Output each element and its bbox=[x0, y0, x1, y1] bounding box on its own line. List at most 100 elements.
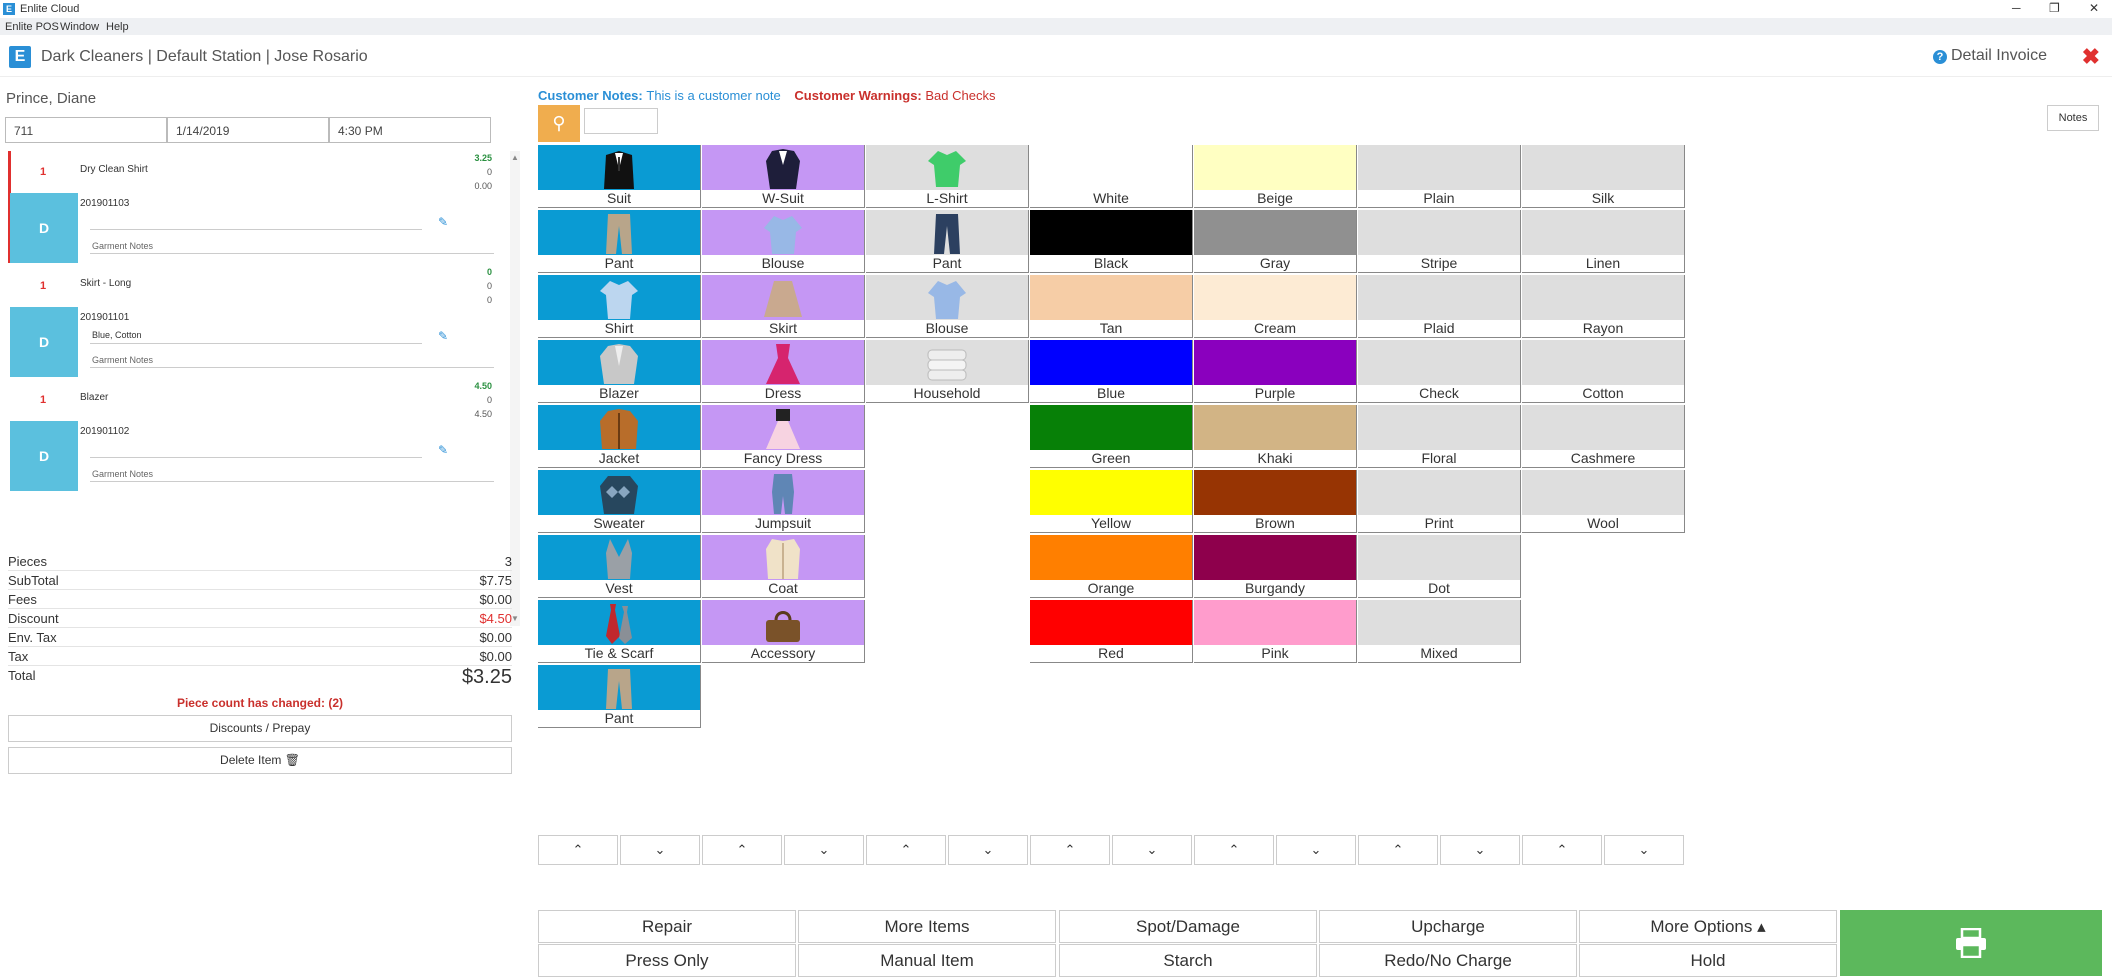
more-items-button[interactable]: More Items bbox=[798, 910, 1056, 943]
garment-notes-field[interactable]: Garment Notes bbox=[92, 469, 153, 479]
tile-tan[interactable]: Tan bbox=[1030, 275, 1193, 338]
tile-purple[interactable]: Purple bbox=[1194, 340, 1357, 403]
detail-invoice-link[interactable]: ? Detail Invoice bbox=[1932, 47, 2047, 65]
tile-wool[interactable]: Wool bbox=[1522, 470, 1685, 533]
column-5-scroll-up-button[interactable]: ⌃ bbox=[1194, 835, 1274, 865]
column-7-scroll-up-button[interactable]: ⌃ bbox=[1522, 835, 1602, 865]
dept-badge[interactable]: D bbox=[10, 421, 78, 491]
tile-blue[interactable]: Blue bbox=[1030, 340, 1193, 403]
discounts-prepay-button[interactable]: Discounts / Prepay bbox=[8, 715, 512, 742]
tile-check[interactable]: Check bbox=[1358, 340, 1521, 403]
tile-accessory[interactable]: Accessory bbox=[702, 600, 865, 663]
tile-burgandy[interactable]: Burgandy bbox=[1194, 535, 1357, 598]
tile-pant[interactable]: Pant bbox=[538, 665, 701, 728]
window-close-button[interactable]: ✕ bbox=[2089, 1, 2099, 15]
tile-floral[interactable]: Floral bbox=[1358, 405, 1521, 468]
tile-jacket[interactable]: Jacket bbox=[538, 405, 701, 468]
minimize-button[interactable]: ─ bbox=[2012, 1, 2021, 15]
column-6-scroll-down-button[interactable]: ⌄ bbox=[1440, 835, 1520, 865]
column-1-scroll-down-button[interactable]: ⌄ bbox=[620, 835, 700, 865]
menu-window[interactable]: Window bbox=[60, 21, 99, 33]
tile-gray[interactable]: Gray bbox=[1194, 210, 1357, 273]
edit-icon[interactable]: ✎ bbox=[438, 215, 448, 229]
date-field[interactable]: 1/14/2019 bbox=[167, 117, 329, 143]
column-2-scroll-up-button[interactable]: ⌃ bbox=[702, 835, 782, 865]
search-input[interactable] bbox=[584, 108, 658, 134]
redo-no-charge-button[interactable]: Redo/No Charge bbox=[1319, 944, 1577, 977]
tile-plaid[interactable]: Plaid bbox=[1358, 275, 1521, 338]
tile-pant[interactable]: Pant bbox=[538, 210, 701, 273]
column-4-scroll-down-button[interactable]: ⌄ bbox=[1112, 835, 1192, 865]
tile-brown[interactable]: Brown bbox=[1194, 470, 1357, 533]
tile-cream[interactable]: Cream bbox=[1194, 275, 1357, 338]
tile-yellow[interactable]: Yellow bbox=[1030, 470, 1193, 533]
tile-coat[interactable]: Coat bbox=[702, 535, 865, 598]
garment-notes-field[interactable]: Garment Notes bbox=[92, 241, 153, 251]
notes-button[interactable]: Notes bbox=[2047, 105, 2099, 131]
tile-stripe[interactable]: Stripe bbox=[1358, 210, 1521, 273]
tile-rayon[interactable]: Rayon bbox=[1522, 275, 1685, 338]
search-button[interactable]: ⚲ bbox=[538, 105, 580, 142]
tile-blouse[interactable]: Blouse bbox=[866, 275, 1029, 338]
tile-black[interactable]: Black bbox=[1030, 210, 1193, 273]
starch-button[interactable]: Starch bbox=[1059, 944, 1317, 977]
column-5-scroll-down-button[interactable]: ⌄ bbox=[1276, 835, 1356, 865]
column-3-scroll-down-button[interactable]: ⌄ bbox=[948, 835, 1028, 865]
tile-w-suit[interactable]: W-Suit bbox=[702, 145, 865, 208]
print-button[interactable] bbox=[1840, 910, 2102, 976]
tile-fancy-dress[interactable]: Fancy Dress bbox=[702, 405, 865, 468]
tile-green[interactable]: Green bbox=[1030, 405, 1193, 468]
tile-blazer[interactable]: Blazer bbox=[538, 340, 701, 403]
tile-cashmere[interactable]: Cashmere bbox=[1522, 405, 1685, 468]
tile-vest[interactable]: Vest bbox=[538, 535, 701, 598]
garment-notes-field[interactable]: Garment Notes bbox=[92, 355, 153, 365]
tile-pant[interactable]: Pant bbox=[866, 210, 1029, 273]
tile-orange[interactable]: Orange bbox=[1030, 535, 1193, 598]
tile-dress[interactable]: Dress bbox=[702, 340, 865, 403]
hold-button[interactable]: Hold bbox=[1579, 944, 1837, 977]
column-4-scroll-up-button[interactable]: ⌃ bbox=[1030, 835, 1110, 865]
invoice-item-row[interactable]: 1 Dry Clean Shirt 3.25 0 0.00 bbox=[8, 151, 508, 193]
invoice-item-row[interactable]: 1 Skirt - Long 000 bbox=[8, 265, 508, 307]
tile-mixed[interactable]: Mixed bbox=[1358, 600, 1521, 663]
column-3-scroll-up-button[interactable]: ⌃ bbox=[866, 835, 946, 865]
ticket-number-field[interactable]: 711 bbox=[5, 117, 167, 143]
tile-sweater[interactable]: Sweater bbox=[538, 470, 701, 533]
tile-linen[interactable]: Linen bbox=[1522, 210, 1685, 273]
menu-help[interactable]: Help bbox=[106, 21, 129, 33]
tile-household[interactable]: Household bbox=[866, 340, 1029, 403]
menu-enlite-pos[interactable]: Enlite POS bbox=[5, 21, 59, 33]
delete-item-button[interactable]: Delete Item 🗑 bbox=[8, 747, 512, 774]
edit-icon[interactable]: ✎ bbox=[438, 443, 448, 457]
restore-button[interactable]: ❐ bbox=[2049, 1, 2060, 15]
scroll-up-icon[interactable]: ▲ bbox=[511, 153, 519, 162]
tile-print[interactable]: Print bbox=[1358, 470, 1521, 533]
tile-dot[interactable]: Dot bbox=[1358, 535, 1521, 598]
scroll-down-icon[interactable]: ▼ bbox=[511, 614, 519, 623]
tile-suit[interactable]: Suit bbox=[538, 145, 701, 208]
time-field[interactable]: 4:30 PM bbox=[329, 117, 491, 143]
repair-button[interactable]: Repair bbox=[538, 910, 796, 943]
tile-silk[interactable]: Silk bbox=[1522, 145, 1685, 208]
tile-shirt[interactable]: Shirt bbox=[538, 275, 701, 338]
dept-badge[interactable]: D bbox=[10, 307, 78, 377]
edit-icon[interactable]: ✎ bbox=[438, 329, 448, 343]
tile-white[interactable]: White bbox=[1030, 145, 1193, 208]
tile-cotton[interactable]: Cotton bbox=[1522, 340, 1685, 403]
tile-pink[interactable]: Pink bbox=[1194, 600, 1357, 663]
column-7-scroll-down-button[interactable]: ⌄ bbox=[1604, 835, 1684, 865]
invoice-item-row[interactable]: 1 Blazer 4.50 0 4.50 bbox=[8, 379, 508, 421]
tile-jumpsuit[interactable]: Jumpsuit bbox=[702, 470, 865, 533]
tile-tie-scarf[interactable]: Tie & Scarf bbox=[538, 600, 701, 663]
tile-l-shirt[interactable]: L-Shirt bbox=[866, 145, 1029, 208]
manual-item-button[interactable]: Manual Item bbox=[798, 944, 1056, 977]
column-1-scroll-up-button[interactable]: ⌃ bbox=[538, 835, 618, 865]
tile-beige[interactable]: Beige bbox=[1194, 145, 1357, 208]
tile-blouse[interactable]: Blouse bbox=[702, 210, 865, 273]
tile-khaki[interactable]: Khaki bbox=[1194, 405, 1357, 468]
tile-skirt[interactable]: Skirt bbox=[702, 275, 865, 338]
press-only-button[interactable]: Press Only bbox=[538, 944, 796, 977]
close-icon[interactable]: ✖ bbox=[2082, 44, 2100, 70]
dept-badge[interactable]: D bbox=[10, 193, 78, 263]
more-options-button[interactable]: More Options ▴ bbox=[1579, 910, 1837, 943]
